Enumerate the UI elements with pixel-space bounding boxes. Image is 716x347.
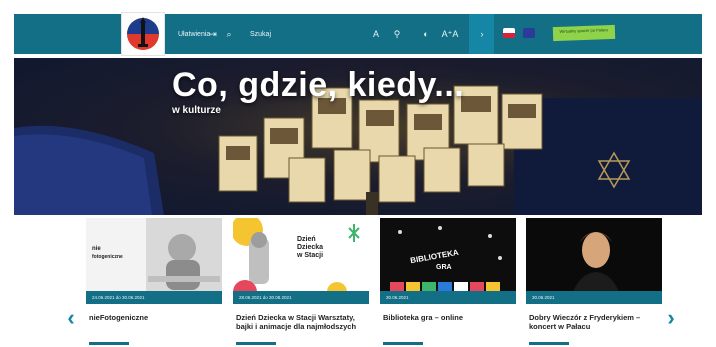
site-logo[interactable] bbox=[121, 12, 165, 56]
hero-subtitle: w kulturze bbox=[172, 105, 221, 116]
event-title[interactable]: Dobry Wieczór z Fryderykiem – koncert w … bbox=[529, 313, 659, 331]
image-text: Dzień bbox=[297, 236, 316, 243]
events-carousel: ‹ › nie fotogeniczne 24.06.2021 do 30.06… bbox=[0, 215, 716, 347]
card-underline bbox=[383, 342, 423, 345]
event-title[interactable]: Dzień Dziecka w Stacji Warsztaty, bajki … bbox=[236, 313, 366, 331]
event-card[interactable]: 30.06.2021 Dobry Wieczór z Fryderykiem –… bbox=[526, 218, 662, 345]
exit-icon[interactable]: ⇥ bbox=[208, 29, 218, 39]
image-text: fotogeniczne bbox=[92, 254, 123, 260]
event-title[interactable]: nieFotogeniczne bbox=[89, 313, 219, 322]
image-text: nie bbox=[92, 246, 101, 252]
event-card[interactable]: BIBLIOTEKA GRA 30.06.2021 Biblioteka gra… bbox=[380, 218, 516, 345]
polish-flag-icon[interactable] bbox=[503, 28, 515, 38]
event-date: 30.06.2021 bbox=[526, 291, 662, 304]
chevron-icon: › bbox=[480, 29, 484, 39]
event-date: 28.06.2021 do 30.08.2021 bbox=[233, 291, 369, 304]
image-text: w Stacji bbox=[297, 252, 324, 259]
search-link[interactable]: Szukaj bbox=[250, 30, 271, 40]
event-date: 30.06.2021 bbox=[380, 291, 516, 304]
menu-toggle[interactable]: › bbox=[469, 14, 494, 54]
font-size-icon[interactable]: A⁺A bbox=[441, 29, 459, 39]
search-icon[interactable]: ⌕ bbox=[224, 29, 234, 39]
chevron-right-icon[interactable]: › bbox=[662, 307, 680, 329]
museum-tower-logo-icon bbox=[127, 17, 159, 50]
text-tool-icon[interactable]: A bbox=[370, 29, 382, 39]
card-underline bbox=[236, 342, 276, 345]
chevron-left-icon[interactable]: ‹ bbox=[62, 307, 80, 329]
event-title[interactable]: Biblioteka gra – online bbox=[383, 313, 513, 322]
event-card[interactable]: nie fotogeniczne 24.06.2021 do 30.06.202… bbox=[86, 218, 222, 345]
contrast-icon[interactable]: ◐ bbox=[420, 29, 432, 39]
card-underline bbox=[529, 342, 569, 345]
virtual-tour-button[interactable]: Wirtualny spacer po Pałacu bbox=[552, 24, 616, 42]
event-date: 24.06.2021 do 30.06.2021 bbox=[86, 291, 222, 304]
card-underline bbox=[89, 342, 129, 345]
sign-language-icon[interactable]: ⚲ bbox=[391, 29, 403, 39]
hero-title: Co, gdzie, kiedy... bbox=[172, 66, 465, 104]
eu-flag-icon[interactable] bbox=[523, 28, 535, 38]
hero-banner: Co, gdzie, kiedy... w kulturze bbox=[14, 58, 702, 215]
event-card[interactable]: Dzień Dziecka w Stacji 28.06.2021 do 30.… bbox=[233, 218, 369, 345]
site-header: Ułatwienia ⇥ ⌕ Szukaj A ⚲ ◐ A⁺A › Wirtua… bbox=[0, 0, 716, 58]
image-text: GRA bbox=[436, 264, 452, 271]
accessibility-link[interactable]: Ułatwienia bbox=[178, 30, 210, 40]
image-text: Dziecka bbox=[297, 244, 324, 251]
